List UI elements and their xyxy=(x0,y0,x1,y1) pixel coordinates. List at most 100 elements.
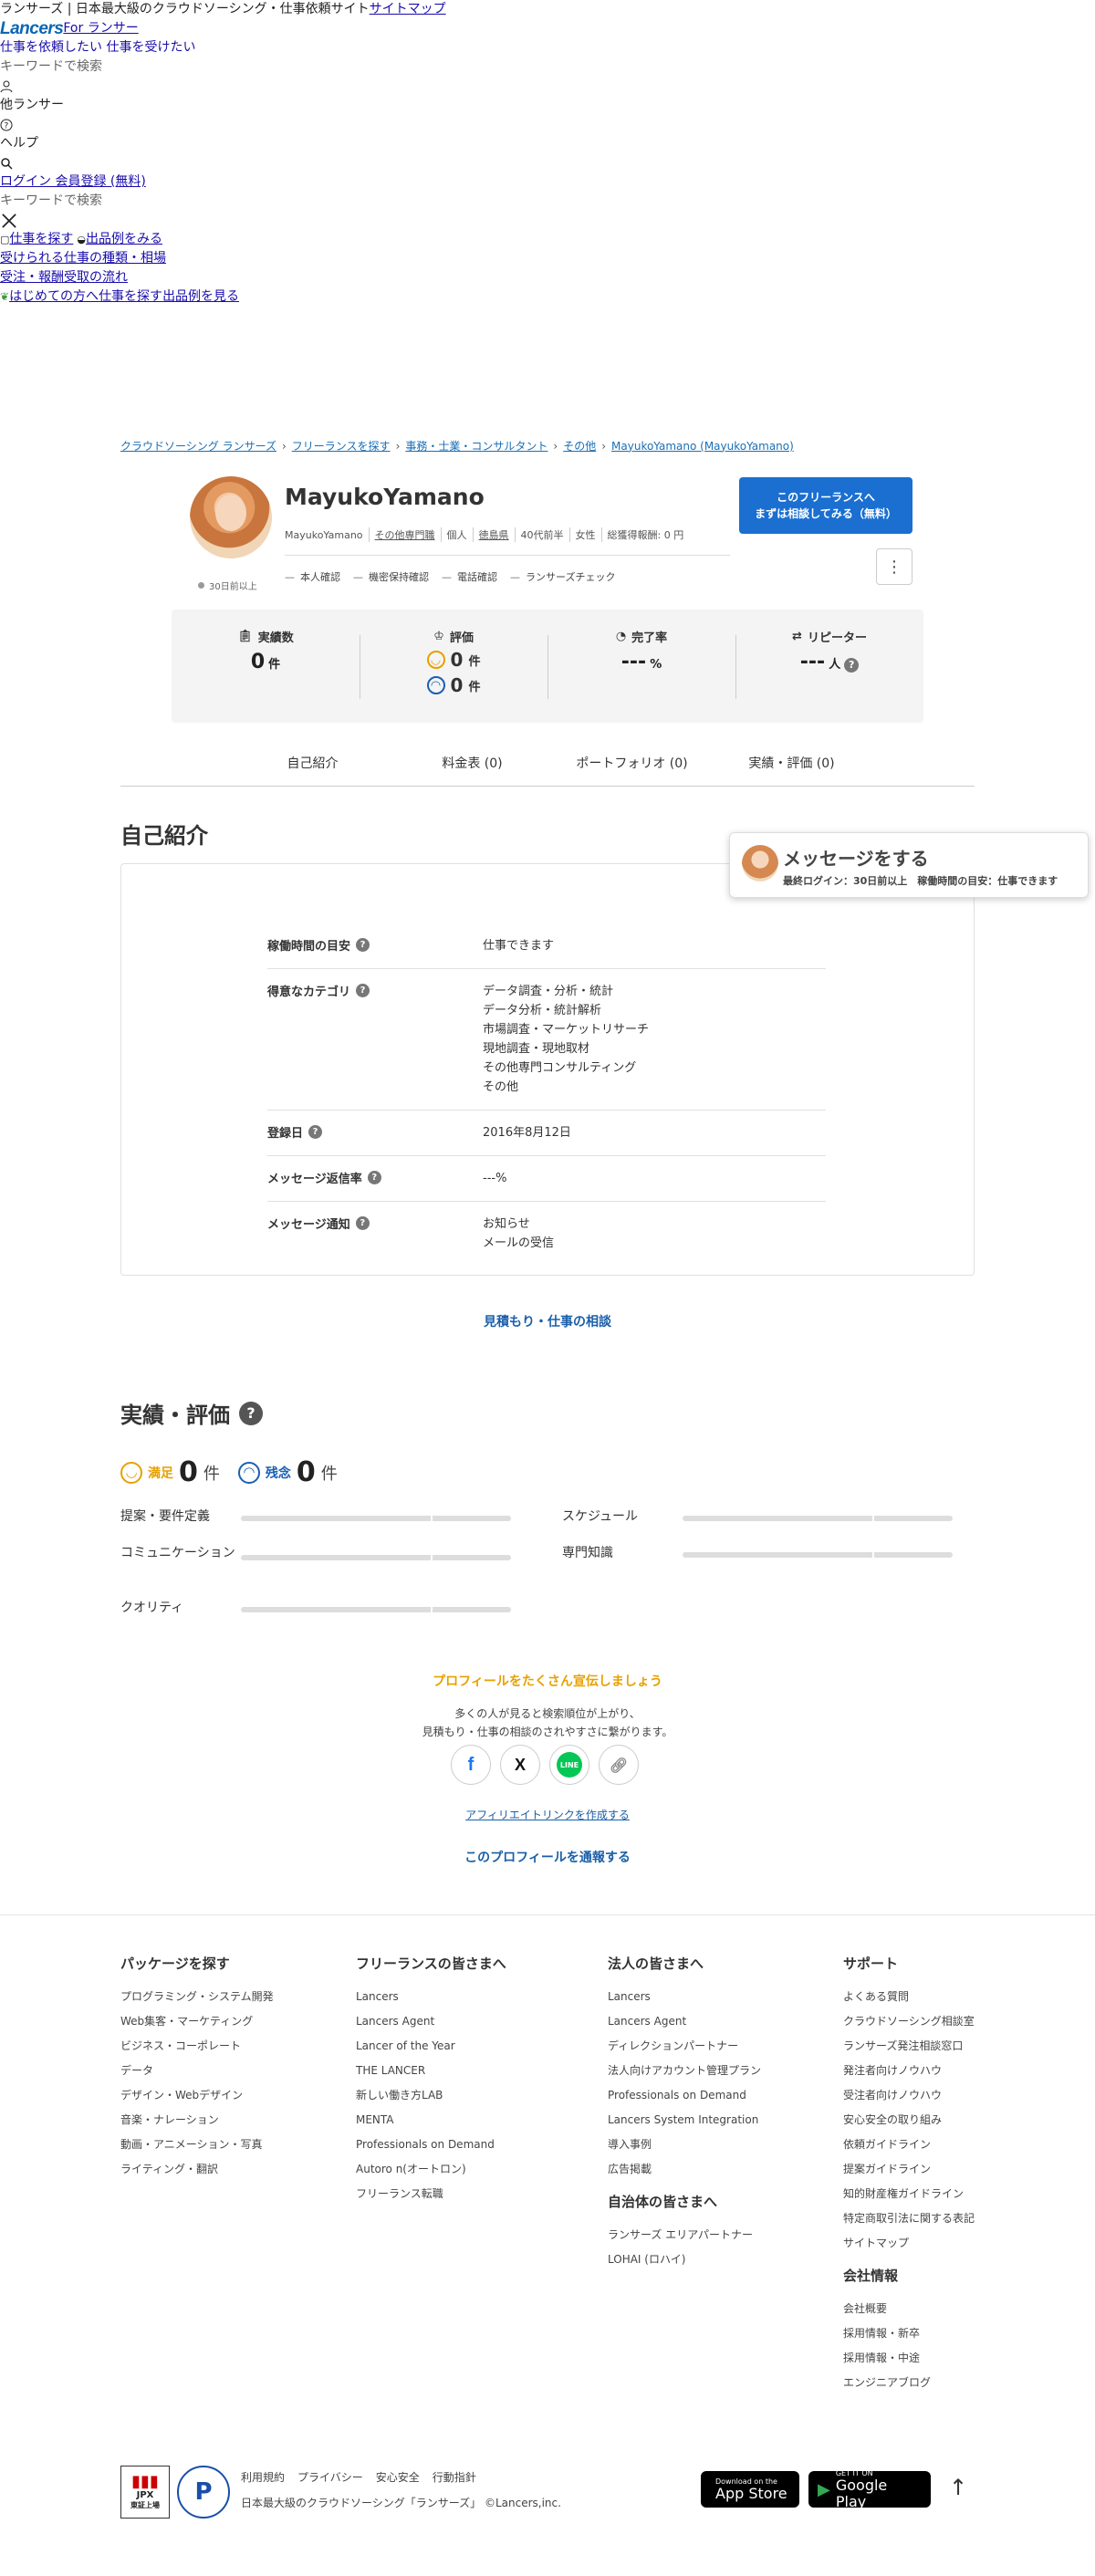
footer-link[interactable]: 導入事例 xyxy=(608,2137,836,2162)
tab-intro[interactable]: 自己紹介 xyxy=(233,754,392,772)
close-icon[interactable] xyxy=(0,211,548,230)
last-login-text: 30日前以上 xyxy=(209,582,257,592)
consult-button[interactable]: このフリーランスへ まずは相談してみる（無料） xyxy=(739,477,912,534)
help-icon[interactable]: ? xyxy=(844,657,860,673)
help-icon[interactable]: ? xyxy=(367,1171,381,1184)
facebook-icon[interactable]: f xyxy=(451,1745,491,1785)
footer-link-conduct[interactable]: 行動指針 xyxy=(433,2469,476,2485)
login-register-link[interactable]: ログイン 会員登録 (無料) xyxy=(0,172,146,192)
footer-link[interactable]: Web集客・マーケティング xyxy=(120,2014,349,2039)
x-icon[interactable]: X xyxy=(500,1745,540,1785)
footer-link[interactable]: Lancer of the Year xyxy=(356,2039,584,2063)
footer-link[interactable]: THE LANCER xyxy=(356,2063,584,2088)
footer-link[interactable]: ライティング・翻訳 xyxy=(120,2162,349,2186)
search-placeholder-2[interactable]: キーワードで検索 xyxy=(0,192,548,211)
footer-link[interactable]: 会社概要 xyxy=(843,2301,1026,2326)
message-float-button[interactable]: メッセージをする 最終ログイン：30日前以上 稼働時間の目安：仕事できます xyxy=(729,832,1089,898)
footer-link[interactable]: サイトマップ xyxy=(843,2236,1026,2260)
footer-bottom: ▮▮▮ JPX 東証上場 P 利用規約 プライバシー 安心安全 行動指針 日本最大級… xyxy=(120,2466,975,2520)
footer-link[interactable]: Professionals on Demand xyxy=(356,2137,584,2162)
menu-find-work[interactable]: 仕事を探す xyxy=(9,230,73,249)
user-icon[interactable] xyxy=(0,77,548,96)
help-icon[interactable]: ? xyxy=(356,984,370,997)
footer-link[interactable]: Lancers xyxy=(356,1989,584,2014)
footer-link[interactable]: 発注者向けノウハウ xyxy=(843,2063,1026,2088)
footer-link[interactable]: エンジニアブログ xyxy=(843,2375,1026,2400)
tab-portfolio[interactable]: ポートフォリオ (0) xyxy=(552,754,712,772)
footer-link[interactable]: ランサーズ エリアパートナー xyxy=(608,2227,836,2252)
more-options-button[interactable]: ⋮ xyxy=(876,548,912,585)
help-icon[interactable]: ? xyxy=(308,1125,323,1139)
menu-work-types[interactable]: 受けられる仕事の種類・相場 xyxy=(0,249,166,268)
footer-link[interactable]: ディレクションパートナー xyxy=(608,2039,836,2063)
menu-see-listings[interactable]: 出品例をみる xyxy=(86,230,162,249)
back-to-top-arrow-icon[interactable]: ↑ xyxy=(949,2475,967,2500)
footer-link[interactable]: 新しい働き方LAB xyxy=(356,2088,584,2112)
footer-link[interactable]: 提案ガイドライン xyxy=(843,2162,1026,2186)
footer-link[interactable]: Lancers System Integration xyxy=(608,2112,836,2137)
help-icon[interactable]: ? xyxy=(356,938,370,952)
footer-link[interactable]: 知的財産権ガイドライン xyxy=(843,2186,1026,2211)
help-label[interactable]: ヘルプ xyxy=(0,134,548,153)
breadcrumb-item[interactable]: MayukoYamano (MayukoYamano) xyxy=(611,440,794,453)
footer-link[interactable]: ランサーズ発注相談窓口 xyxy=(843,2039,1026,2063)
estimate-link[interactable]: 見積もり・仕事の相談 xyxy=(0,1312,1095,1330)
for-lancer-link[interactable]: For ランサー xyxy=(63,19,138,38)
footer-link[interactable]: 特定商取引法に関する表記 xyxy=(843,2211,1026,2236)
menu-beginner[interactable]: はじめての方へ xyxy=(9,287,99,307)
footer-link[interactable]: データ xyxy=(120,2063,349,2088)
footer-link[interactable]: 安心安全の取り組み xyxy=(843,2112,1026,2137)
footer-link[interactable]: 採用情報・中途 xyxy=(843,2351,1026,2375)
footer-link[interactable]: 依頼ガイドライン xyxy=(843,2137,1026,2162)
footer-link[interactable]: ビジネス・コーポレート xyxy=(120,2039,349,2063)
footer-link[interactable]: LOHAI (ロハイ) xyxy=(608,2252,836,2277)
footer-link[interactable]: Lancers Agent xyxy=(356,2014,584,2039)
help-icon[interactable]: ? xyxy=(355,1216,370,1230)
footer-link[interactable]: フリーランス転職 xyxy=(356,2186,584,2211)
other-lancers-label[interactable]: 他ランサー xyxy=(0,96,548,115)
footer-link-safety[interactable]: 安心安全 xyxy=(376,2469,420,2485)
footer-link[interactable]: クラウドソーシング相談室 xyxy=(843,2014,1026,2039)
footer-link[interactable]: 採用情報・新卒 xyxy=(843,2326,1026,2351)
help-icon[interactable]: ? xyxy=(0,115,548,134)
line-icon[interactable]: LINE xyxy=(549,1745,589,1785)
menu-see-listings-2[interactable]: 出品例を見る xyxy=(162,287,239,307)
tab-pricing[interactable]: 料金表 (0) xyxy=(392,754,552,772)
affiliate-link[interactable]: アフィリエイトリンクを作成する xyxy=(465,1809,630,1821)
meta-location[interactable]: 徳島県 xyxy=(472,527,515,542)
footer-link[interactable]: MENTA xyxy=(356,2112,584,2137)
footer-link-privacy[interactable]: プライバシー xyxy=(297,2469,363,2485)
lancers-logo[interactable]: Lancers xyxy=(0,19,64,38)
footer-link[interactable]: よくある質問 xyxy=(843,1989,1026,2014)
footer-link[interactable]: 受注者向けノウハウ xyxy=(843,2088,1026,2112)
sitemap-link[interactable]: サイトマップ xyxy=(370,0,446,19)
report-link[interactable]: このプロフィールを通報する xyxy=(0,1848,1095,1866)
footer-link[interactable]: 法人向けアカウント管理プラン xyxy=(608,2063,836,2088)
help-icon[interactable]: ? xyxy=(239,1401,263,1425)
breadcrumb-item[interactable]: フリーランスを探す xyxy=(292,438,391,454)
app-store-badge[interactable]: Download on the App Store xyxy=(701,2471,799,2508)
breadcrumb-item[interactable]: その他 xyxy=(563,438,596,454)
link-icon[interactable]: 🔗︎ xyxy=(599,1745,639,1785)
search-icon[interactable] xyxy=(0,153,548,172)
breadcrumb-item[interactable]: 事務・士業・コンサルタント xyxy=(405,438,548,454)
search-placeholder-1[interactable]: キーワードで検索 xyxy=(0,57,548,77)
footer-link[interactable]: 広告掲載 xyxy=(608,2162,836,2186)
menu-flow[interactable]: 受注・報酬受取の流れ xyxy=(0,268,128,287)
footer-link[interactable]: Professionals on Demand xyxy=(608,2088,836,2112)
google-play-badge[interactable]: ▶ GET IT ON Google Play xyxy=(808,2469,931,2509)
menu-find-work-2[interactable]: 仕事を探す xyxy=(99,287,162,307)
breadcrumb-item[interactable]: クラウドソーシング ランサーズ xyxy=(120,438,276,454)
tab-reviews[interactable]: 実績・評価 (0) xyxy=(712,754,871,772)
footer-link[interactable]: Lancers Agent xyxy=(608,2014,836,2039)
footer-link[interactable]: Lancers xyxy=(608,1989,836,2014)
footer-link[interactable]: プログラミング・システム開発 xyxy=(120,1989,349,2014)
footer-link[interactable]: デザイン・Webデザイン xyxy=(120,2088,349,2112)
row-value: 仕事できます xyxy=(483,939,555,953)
footer-link[interactable]: Autoro n(オートロン) xyxy=(356,2162,584,2186)
footer-link[interactable]: 動画・アニメーション・写真 xyxy=(120,2137,349,2162)
tagline[interactable]: 仕事を依頼したい 仕事を受けたい xyxy=(0,38,195,57)
meta-category[interactable]: その他専門職 xyxy=(368,527,441,542)
footer-link[interactable]: 音楽・ナレーション xyxy=(120,2112,349,2137)
footer-link-terms[interactable]: 利用規約 xyxy=(241,2469,285,2485)
